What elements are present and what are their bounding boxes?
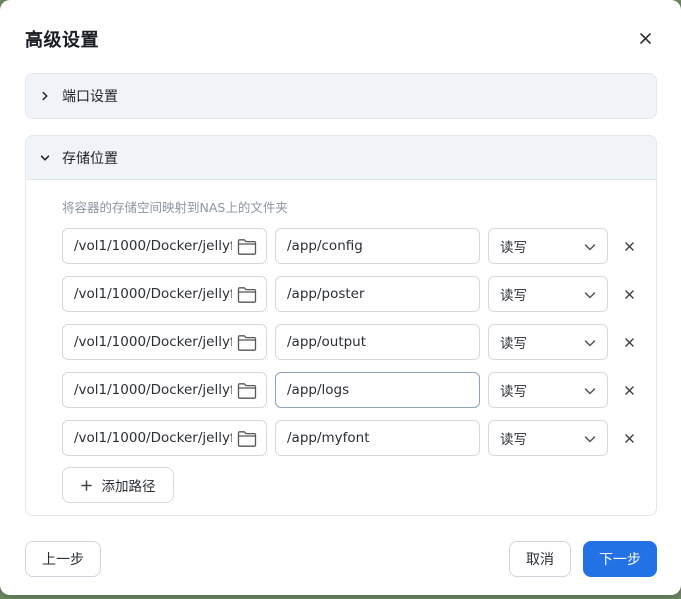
chevron-down-icon — [584, 388, 596, 395]
remove-mapping-button[interactable] — [620, 237, 638, 255]
add-path-label: 添加路径 — [101, 479, 156, 495]
remove-mapping-button[interactable] — [620, 429, 638, 447]
folder-icon[interactable] — [237, 286, 257, 304]
remove-mapping-button[interactable] — [620, 333, 638, 351]
host-path-input[interactable]: /vol1/1000/Docker/jellyfin — [62, 420, 267, 456]
close-icon — [624, 385, 634, 395]
plus-icon — [80, 479, 92, 491]
access-mode-select[interactable]: 读写 — [488, 228, 608, 264]
prev-step-button[interactable]: 上一步 — [25, 541, 101, 577]
host-path-input[interactable]: /vol1/1000/Docker/jellyfin — [62, 324, 267, 360]
folder-icon[interactable] — [237, 238, 257, 256]
port-settings-panel: 端口设置 — [25, 73, 657, 119]
storage-hint: 将容器的存储空间映射到NAS上的文件夹 — [62, 200, 288, 215]
chevron-down-icon — [584, 244, 596, 251]
container-path-input[interactable]: /app/logs — [275, 372, 480, 408]
access-mode-select[interactable]: 读写 — [488, 324, 608, 360]
port-settings-label: 端口设置 — [62, 89, 118, 105]
add-path-button[interactable]: 添加路径 — [62, 467, 174, 503]
chevron-down-icon — [584, 340, 596, 347]
advanced-settings-dialog: 高级设置 端口设置 存储位置 将容器的存储空间映射到NAS上的文件夹 /vol1… — [0, 0, 681, 595]
access-mode-select[interactable]: 读写 — [488, 420, 608, 456]
access-mode-select[interactable]: 读写 — [488, 276, 608, 312]
container-path-input[interactable]: /app/poster — [275, 276, 480, 312]
storage-label: 存储位置 — [62, 150, 118, 167]
cancel-button[interactable]: 取消 — [509, 541, 571, 577]
storage-panel: 存储位置 将容器的存储空间映射到NAS上的文件夹 /vol1/1000/Dock… — [25, 135, 657, 516]
folder-icon[interactable] — [237, 334, 257, 352]
host-path-input[interactable]: /vol1/1000/Docker/jellyfin — [62, 276, 267, 312]
host-path-input[interactable]: /vol1/1000/Docker/jellyfin — [62, 372, 267, 408]
close-icon — [624, 433, 634, 443]
folder-icon[interactable] — [237, 430, 257, 448]
container-path-input[interactable]: /app/output — [275, 324, 480, 360]
folder-icon[interactable] — [237, 382, 257, 400]
dialog-title: 高级设置 — [25, 30, 99, 51]
chevron-right-icon — [38, 89, 52, 103]
access-mode-select[interactable]: 读写 — [488, 372, 608, 408]
container-path-input[interactable]: /app/myfont — [275, 420, 480, 456]
close-button[interactable] — [634, 27, 656, 49]
close-icon — [624, 289, 634, 299]
port-settings-header[interactable]: 端口设置 — [26, 74, 656, 118]
container-path-input[interactable]: /app/config — [275, 228, 480, 264]
storage-header[interactable]: 存储位置 — [26, 136, 656, 180]
remove-mapping-button[interactable] — [620, 381, 638, 399]
host-path-input[interactable]: /vol1/1000/Docker/jellyfin — [62, 228, 267, 264]
chevron-down-icon — [584, 292, 596, 299]
close-icon — [624, 241, 634, 251]
next-step-button[interactable]: 下一步 — [583, 541, 657, 577]
chevron-down-icon — [38, 151, 52, 165]
close-icon — [639, 32, 651, 44]
remove-mapping-button[interactable] — [620, 285, 638, 303]
close-icon — [624, 337, 634, 347]
chevron-down-icon — [584, 436, 596, 443]
